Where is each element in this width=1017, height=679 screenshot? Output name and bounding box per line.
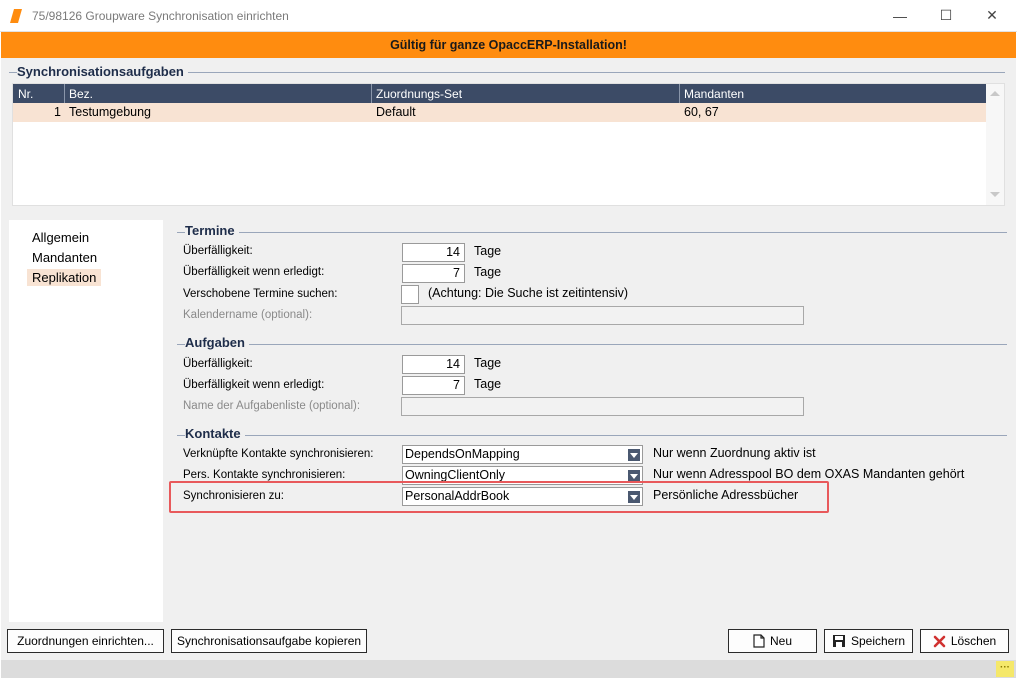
kontakte-section-title: Kontakte	[185, 426, 245, 441]
app-logo-icon	[10, 9, 22, 23]
delete-button-label: Löschen	[950, 634, 997, 648]
save-button-label: Speichern	[850, 634, 906, 648]
nav-item-allgemein[interactable]: Allgemein	[27, 229, 94, 246]
calendar-name-label: Kalendername (optional):	[183, 309, 313, 321]
termine-section-title: Termine	[185, 223, 239, 238]
cell-set: Default	[376, 105, 416, 119]
column-header-set[interactable]: Zuordnungs-Set	[376, 87, 462, 101]
sync-target-select[interactable]: PersonalAddrBook	[402, 487, 643, 506]
section-divider	[177, 344, 1007, 345]
termine-overdue-input[interactable]: 14	[402, 243, 465, 262]
aufgaben-overdue-done-label: Überfälligkeit wenn erledigt:	[183, 379, 325, 391]
termine-overdue-done-unit: Tage	[474, 265, 502, 279]
termine-overdue-done-label: Überfälligkeit wenn erledigt:	[183, 266, 325, 278]
aufgaben-overdue-label: Überfälligkeit:	[183, 358, 253, 370]
tasks-section-title: Synchronisationsaufgaben	[17, 64, 188, 79]
termine-moved-hint: (Achtung: Die Suche ist zeitintensiv)	[428, 286, 629, 300]
column-separator	[371, 84, 372, 103]
cell-mandanten: 60, 67	[684, 105, 719, 119]
window-title: 75/98126 Groupware Synchronisation einri…	[32, 9, 289, 23]
chevron-down-icon[interactable]	[628, 491, 640, 503]
scroll-up-icon[interactable]	[990, 91, 1000, 96]
mapping-button[interactable]: Zuordnungen einrichten...	[7, 629, 164, 653]
personal-contacts-hint: Nur wenn Adresspool BO dem OXAS Mandante…	[653, 467, 965, 481]
dialog-body: Synchronisationsaufgaben Nr. Bez. Zuordn…	[1, 58, 1016, 678]
linked-contacts-label: Verknüpfte Kontakte synchronisieren:	[183, 448, 374, 460]
delete-x-icon	[933, 635, 946, 647]
aufgaben-overdue-unit: Tage	[474, 356, 502, 370]
nav-item-replikation[interactable]: Replikation	[27, 269, 102, 286]
aufgaben-overdue-input[interactable]: 14	[402, 355, 465, 374]
termine-moved-label: Verschobene Termine suchen:	[183, 288, 338, 300]
aufgaben-overdue-done-input[interactable]: 7	[402, 376, 465, 395]
section-divider	[177, 435, 1007, 436]
new-button[interactable]: Neu	[728, 629, 817, 653]
linked-contacts-select[interactable]: DependsOnMapping	[402, 445, 643, 464]
grid-header: Nr. Bez. Zuordnungs-Set Mandanten	[13, 84, 987, 103]
sync-target-label: Synchronisieren zu:	[183, 490, 284, 502]
sync-target-hint: Persönliche Adressbücher	[653, 488, 799, 502]
mapping-button-label: Zuordnungen einrichten...	[17, 634, 154, 648]
task-list-name-input	[401, 397, 804, 416]
termine-overdue-label: Überfälligkeit:	[183, 245, 253, 257]
grid-scrollbar[interactable]	[986, 84, 1004, 205]
title-bar: 75/98126 Groupware Synchronisation einri…	[0, 0, 1017, 32]
copy-task-button-label: Synchronisationsaufgabe kopieren	[176, 634, 362, 648]
task-list-name-label: Name der Aufgabenliste (optional):	[183, 400, 361, 412]
maximize-button[interactable]: ☐	[923, 0, 969, 31]
cell-bez: Testumgebung	[69, 105, 152, 119]
settings-nav: Allgemein Mandanten Replikation	[9, 220, 163, 622]
aufgaben-section-title: Aufgaben	[185, 335, 249, 350]
chevron-down-icon[interactable]	[628, 449, 640, 461]
section-divider	[177, 232, 1007, 233]
resize-grip-icon[interactable]: ···	[996, 661, 1014, 677]
column-header-nr[interactable]: Nr.	[18, 87, 33, 101]
personal-contacts-label: Pers. Kontakte synchronisieren:	[183, 469, 346, 481]
floppy-disk-icon	[832, 635, 845, 647]
column-header-bez[interactable]: Bez.	[69, 87, 93, 101]
calendar-name-input	[401, 306, 804, 325]
copy-task-button[interactable]: Synchronisationsaufgabe kopieren	[171, 629, 367, 653]
new-document-icon	[753, 634, 765, 648]
minimize-button[interactable]: —	[877, 0, 923, 31]
termine-moved-checkbox[interactable]	[401, 285, 419, 304]
new-button-label: Neu	[769, 634, 792, 648]
installation-banner: Gültig für ganze OpaccERP-Installation!	[1, 32, 1016, 58]
nav-item-mandanten[interactable]: Mandanten	[27, 249, 102, 266]
linked-contacts-value: DependsOnMapping	[405, 447, 520, 461]
table-row[interactable]: 1 Testumgebung Default 60, 67	[13, 103, 987, 122]
status-bar: ···	[1, 660, 1016, 678]
close-button[interactable]: ✕	[969, 0, 1015, 31]
termine-overdue-done-input[interactable]: 7	[402, 264, 465, 283]
aufgaben-overdue-done-unit: Tage	[474, 377, 502, 391]
delete-button[interactable]: Löschen	[920, 629, 1009, 653]
save-button[interactable]: Speichern	[824, 629, 913, 653]
termine-overdue-unit: Tage	[474, 244, 502, 258]
column-separator	[679, 84, 680, 103]
tasks-grid[interactable]: Nr. Bez. Zuordnungs-Set Mandanten 1 Test…	[12, 83, 1005, 206]
column-separator	[64, 84, 65, 103]
linked-contacts-hint: Nur wenn Zuordnung aktiv ist	[653, 446, 816, 460]
personal-contacts-value: OwningClientOnly	[405, 468, 506, 482]
sync-target-value: PersonalAddrBook	[405, 489, 510, 503]
scroll-down-icon[interactable]	[990, 192, 1000, 197]
column-header-mandanten[interactable]: Mandanten	[684, 87, 744, 101]
cell-nr: 1	[54, 105, 61, 119]
